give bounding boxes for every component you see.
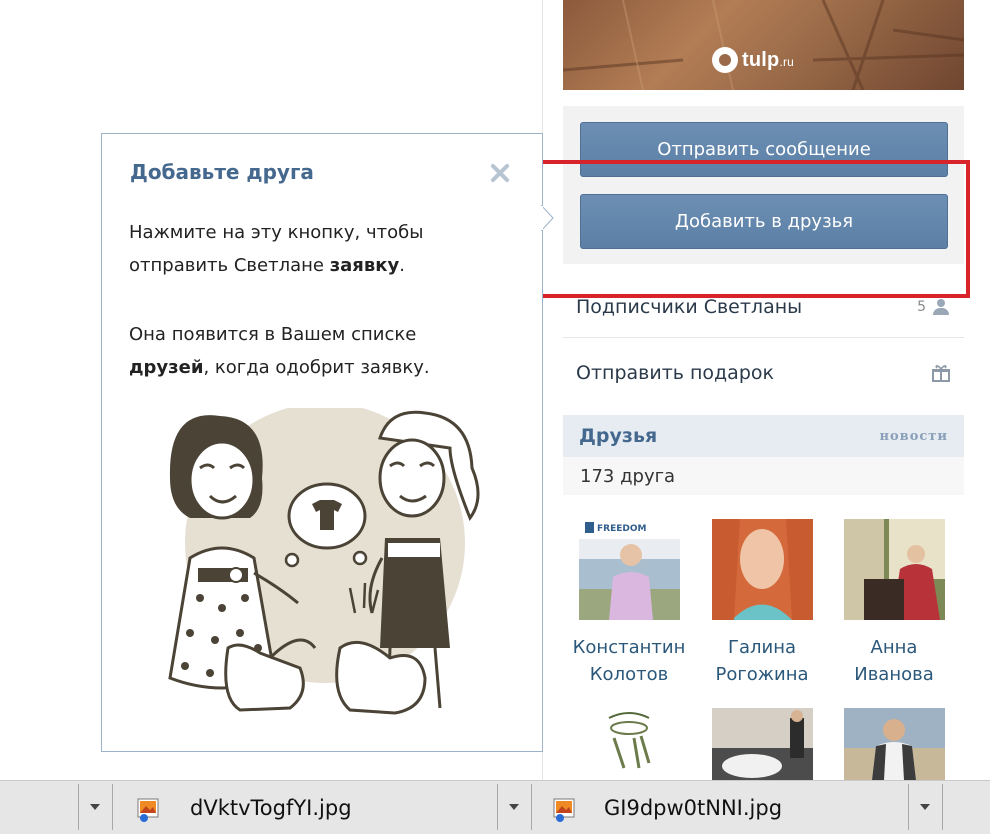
tooltip-bold-request: заявку <box>329 255 400 276</box>
browser-viewport: tulp.ru Отправить сообщение Добавить в д… <box>0 0 990 834</box>
friend-avatar-1-image: FREEDOM <box>579 519 680 620</box>
site-watermark: tulp.ru <box>712 42 794 78</box>
friend-avatar-2[interactable] <box>712 519 813 620</box>
friend-avatar-4-image <box>579 708 680 780</box>
friends-news-link[interactable]: новости <box>879 429 948 444</box>
menu-divider <box>563 337 964 338</box>
send-gift-label: Отправить подарок <box>576 362 774 384</box>
tooltip-paragraph-2: Она появится в Вашем списке друзей, когд… <box>129 324 430 378</box>
friend-avatar-3[interactable] <box>844 519 945 620</box>
photo-caption: FREEDOM <box>597 524 646 534</box>
friend-avatar-2-image <box>712 519 813 620</box>
taskbar-dropdown-2[interactable] <box>499 780 529 834</box>
image-file-icon <box>137 798 159 822</box>
image-file-icon <box>553 798 575 822</box>
friend-name-1[interactable]: Константин Колотов <box>559 634 699 688</box>
followers-icon <box>932 299 950 315</box>
friend-name-3[interactable]: Анна Иванова <box>824 634 964 688</box>
taskbar-separator <box>942 784 943 830</box>
tooltip-bold-friends: друзей <box>129 357 204 378</box>
friend-avatar-1[interactable]: FREEDOM <box>579 519 680 620</box>
watermark-text: tulp <box>742 48 780 71</box>
friends-header: Друзья новости <box>563 415 964 457</box>
send-gift-link[interactable]: Отправить подарок <box>563 356 964 390</box>
followers-link[interactable]: Подписчики Светланы 5 <box>563 292 964 322</box>
taskbar-file-1-label: dVktvTogfYI.jpg <box>190 796 352 820</box>
highlight-frame <box>532 160 970 298</box>
friend-avatar-4[interactable] <box>579 708 680 780</box>
friends-count[interactable]: 173 друга <box>563 457 964 495</box>
taskbar-separator <box>497 784 498 830</box>
taskbar-file-2-label: GI9dpw0tNNI.jpg <box>604 796 783 820</box>
taskbar-dropdown-3[interactable] <box>910 780 940 834</box>
friends-title[interactable]: Друзья <box>579 425 657 447</box>
friend-avatar-6[interactable] <box>844 708 945 780</box>
followers-count: 5 <box>917 299 926 315</box>
close-icon[interactable] <box>488 161 512 185</box>
taskbar-separator <box>908 784 909 830</box>
taskbar-separator <box>78 784 79 830</box>
followers-label: Подписчики Светланы <box>576 296 803 318</box>
friend-avatar-5[interactable] <box>712 708 813 780</box>
friends-count-text: 173 друга <box>580 465 676 487</box>
tooltip-arrow <box>541 205 554 231</box>
friend-avatar-5-image <box>712 708 813 780</box>
friends-illustration <box>168 408 480 715</box>
friend-avatar-3-image <box>844 519 945 620</box>
taskbar-separator <box>112 784 113 830</box>
watermark-logo-icon <box>712 47 738 73</box>
tooltip-paragraph-1: Нажмите на эту кнопку, чтобы отправить С… <box>129 222 424 276</box>
watermark-domain: .ru <box>779 54 795 69</box>
gift-icon <box>932 365 950 382</box>
friend-avatar-6-image <box>844 708 945 780</box>
friend-name-2[interactable]: Галина Рогожина <box>692 634 832 688</box>
tooltip-title: Добавьте друга <box>130 160 314 184</box>
taskbar-separator <box>531 784 532 830</box>
taskbar-dropdown-1[interactable] <box>80 780 110 834</box>
